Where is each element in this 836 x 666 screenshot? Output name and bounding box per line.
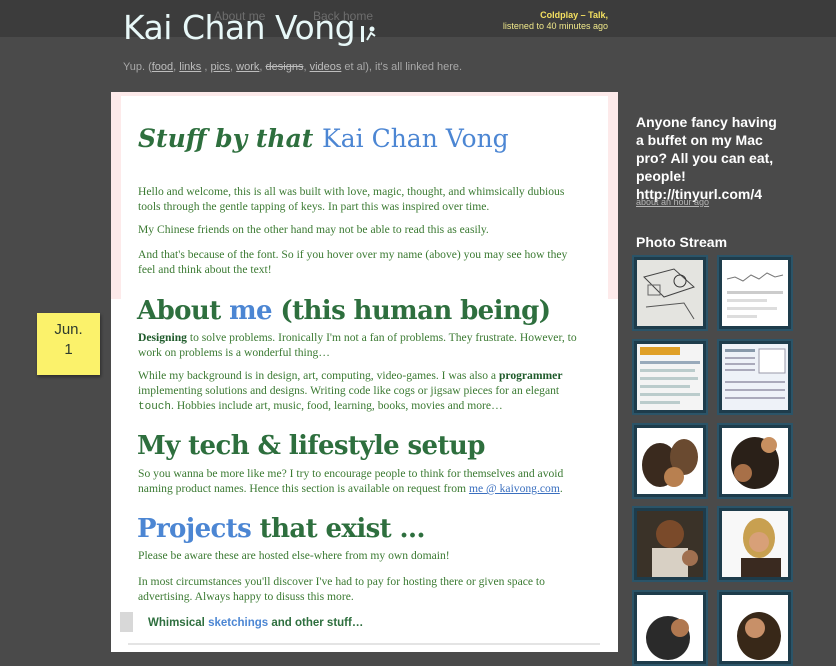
tweet-time[interactable]: about an hour ago xyxy=(636,197,709,207)
latest-tweet[interactable]: Anyone fancy having a buffet on my Mac p… xyxy=(636,113,796,203)
intro-paragraph-1: Hello and welcome, this is all was built… xyxy=(138,185,565,213)
photo-thumb-party[interactable] xyxy=(632,506,708,582)
projects-heading: Projects that exist … xyxy=(137,514,426,544)
now-playing-track[interactable]: Coldplay – Talk, xyxy=(540,10,608,20)
photo-thumb-party[interactable] xyxy=(632,423,708,499)
photo-thumb-document[interactable] xyxy=(717,339,793,415)
about-heading: About me (this human being) xyxy=(137,296,551,326)
photo-thumb-chart[interactable] xyxy=(717,255,793,331)
tagline-link-videos[interactable]: videos xyxy=(310,61,342,73)
date-day: 1 xyxy=(64,341,73,358)
projects-paragraph-1: Please be aware these are hosted else-wh… xyxy=(138,549,450,562)
intro-paragraph-3: And that's because of the font. So if yo… xyxy=(138,248,568,276)
whimsical-heading[interactable]: Whimsical sketchings and other stuff… xyxy=(148,617,363,629)
date-month: Jun. xyxy=(54,321,83,338)
photo-stream-title: Photo Stream xyxy=(636,234,728,250)
tagline-suffix: et al), it's all linked here. xyxy=(341,61,463,73)
tagline-link-work[interactable]: work xyxy=(236,61,259,73)
photo-thumb-sketch[interactable] xyxy=(632,255,708,331)
projects-paragraph-2: In most circumstances you'll discover I'… xyxy=(138,575,545,603)
tagline-link-designs[interactable]: designs xyxy=(266,61,304,73)
ghost-nav-about[interactable]: About me xyxy=(214,9,265,23)
collapse-toggle[interactable] xyxy=(120,612,133,632)
ghost-nav-home[interactable]: Back home xyxy=(313,9,373,23)
photo-thumb-party[interactable] xyxy=(632,590,708,666)
photo-thumb-party[interactable] xyxy=(717,590,793,666)
intro-title: Stuff by that Kai Chan Vong xyxy=(138,124,509,153)
tagline-prefix: Yup. ( xyxy=(123,61,152,73)
tech-paragraph: So you wanna be more like me? I try to e… xyxy=(138,467,564,495)
about-paragraph-2: While my background is in design, art, c… xyxy=(138,369,563,413)
now-playing: Coldplay – Talk, listened to 40 minutes … xyxy=(476,10,608,32)
photo-thumb-party[interactable] xyxy=(717,506,793,582)
tech-heading: My tech & lifestyle setup xyxy=(137,431,485,461)
section-divider xyxy=(128,643,600,645)
date-badge: Jun. 1 xyxy=(37,313,100,375)
photo-thumb-party[interactable] xyxy=(717,423,793,499)
now-playing-time: listened to 40 minutes ago xyxy=(502,21,608,31)
email-link[interactable]: me @ kaivong.com xyxy=(469,482,560,495)
intro-paragraph-2: My Chinese friends on the other hand may… xyxy=(138,223,489,236)
intro-title-name[interactable]: Kai Chan Vong xyxy=(322,124,509,153)
about-paragraph-1: Designing to solve problems. Ironically … xyxy=(138,331,577,359)
tagline-link-links[interactable]: links xyxy=(179,61,201,73)
runner-icon xyxy=(361,26,376,42)
tagline-link-pics[interactable]: pics xyxy=(210,61,230,73)
tagline: Yup. (food, links , pics, work, designs,… xyxy=(123,61,463,73)
photo-thumb-web[interactable] xyxy=(632,339,708,415)
tagline-link-food[interactable]: food xyxy=(152,61,173,73)
